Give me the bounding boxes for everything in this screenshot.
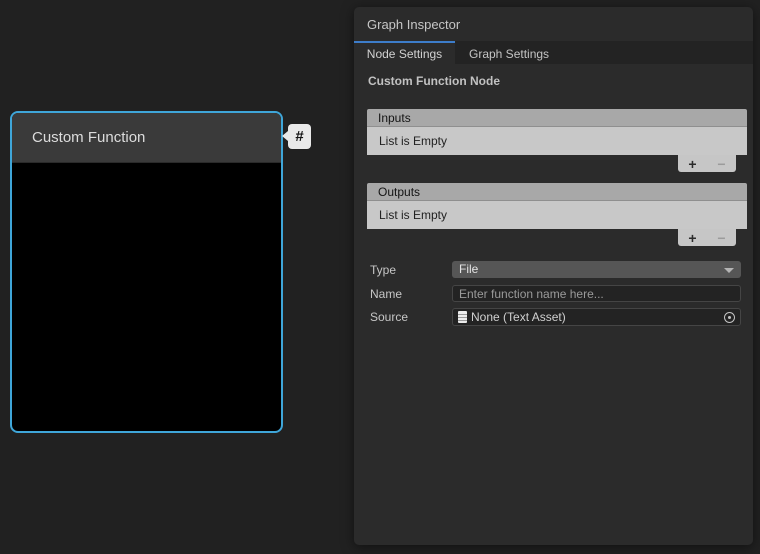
- outputs-empty-text: List is Empty: [379, 208, 447, 222]
- graph-inspector-panel: Graph Inspector Node Settings Graph Sett…: [354, 7, 753, 545]
- remove-output-button[interactable]: −: [712, 231, 732, 245]
- inputs-list-footer: + −: [367, 155, 747, 172]
- outputs-list: Outputs List is Empty + −: [367, 183, 747, 246]
- outputs-list-footer: + −: [367, 229, 747, 246]
- custom-function-node[interactable]: Custom Function: [10, 111, 283, 433]
- object-picker-icon[interactable]: [724, 312, 735, 323]
- type-dropdown-value: File: [459, 262, 478, 276]
- type-label: Type: [370, 263, 396, 277]
- function-name-input[interactable]: [452, 285, 741, 302]
- source-object-field[interactable]: None (Text Asset): [452, 308, 741, 326]
- tab-graph-settings[interactable]: Graph Settings: [455, 41, 563, 64]
- add-input-button[interactable]: +: [683, 157, 703, 171]
- object-picker-dot: [728, 316, 731, 319]
- tab-node-settings[interactable]: Node Settings: [354, 41, 455, 64]
- text-asset-icon: [458, 311, 467, 323]
- inputs-list-header: Inputs: [367, 109, 747, 127]
- chevron-down-icon: [724, 268, 734, 273]
- hash-icon: #: [295, 128, 303, 145]
- source-label: Source: [370, 310, 408, 324]
- name-row: Name: [354, 285, 753, 302]
- inputs-footer-buttons: + −: [678, 155, 736, 172]
- source-row: Source None (Text Asset): [354, 308, 753, 326]
- type-row: Type File: [354, 261, 753, 278]
- name-label: Name: [370, 287, 402, 301]
- node-docs-badge[interactable]: #: [288, 124, 311, 149]
- panel-header: Graph Inspector: [354, 7, 753, 41]
- panel-title: Graph Inspector: [367, 17, 460, 32]
- inputs-empty-text: List is Empty: [379, 134, 447, 148]
- badge-tail: [282, 131, 288, 141]
- inputs-list-body[interactable]: List is Empty: [367, 127, 747, 155]
- outputs-list-header: Outputs: [367, 183, 747, 201]
- tab-node-settings-label: Node Settings: [367, 47, 442, 61]
- add-output-button[interactable]: +: [683, 231, 703, 245]
- type-dropdown[interactable]: File: [452, 261, 741, 278]
- tab-bar: Node Settings Graph Settings: [354, 41, 753, 64]
- tab-graph-settings-label: Graph Settings: [469, 47, 549, 61]
- outputs-footer-buttons: + −: [678, 229, 736, 246]
- source-object-value: None (Text Asset): [471, 310, 724, 324]
- remove-input-button[interactable]: −: [712, 157, 732, 171]
- outputs-list-body[interactable]: List is Empty: [367, 201, 747, 229]
- node-title[interactable]: Custom Function: [12, 113, 281, 163]
- section-title: Custom Function Node: [368, 74, 500, 88]
- inputs-list: Inputs List is Empty + −: [367, 109, 747, 172]
